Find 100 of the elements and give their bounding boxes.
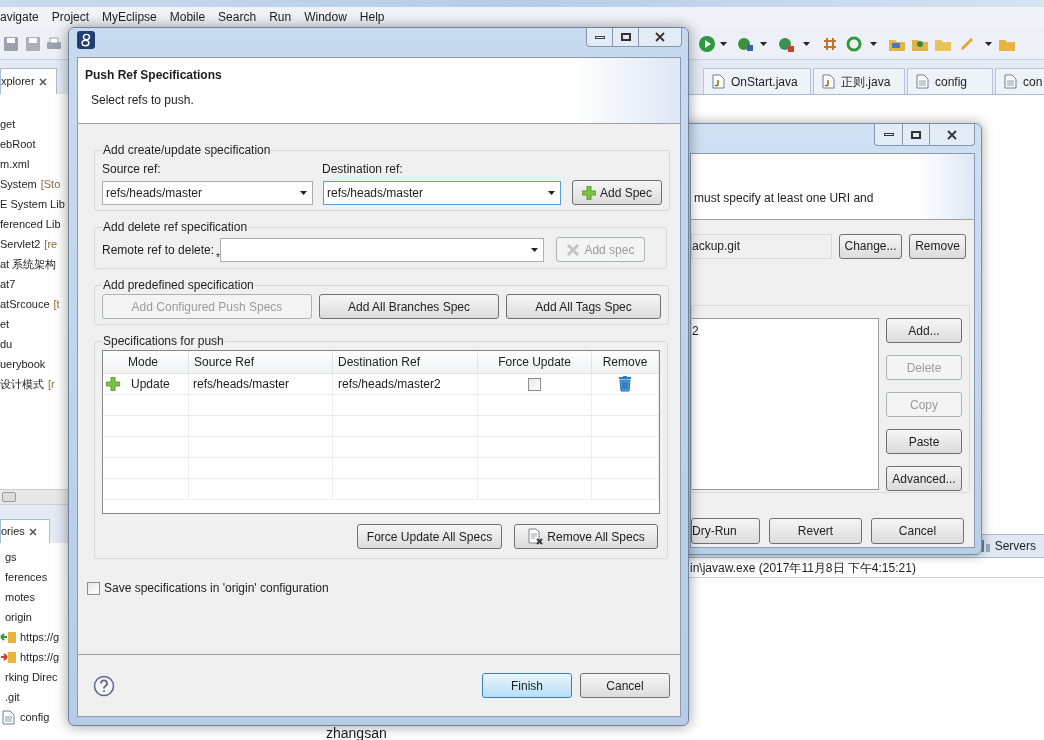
group-label: Add predefined specification bbox=[102, 277, 255, 293]
scrollbar[interactable] bbox=[0, 489, 68, 505]
menu-item[interactable]: Search bbox=[218, 8, 257, 26]
tree-item[interactable]: gs bbox=[5, 548, 17, 566]
dropdown-icon[interactable] bbox=[803, 42, 810, 46]
view-tab[interactable]: ories bbox=[0, 519, 50, 543]
tree-item[interactable]: m.xml bbox=[0, 155, 30, 173]
tree-item[interactable]: https://g bbox=[20, 628, 60, 646]
editor-tab[interactable]: OnStart.java bbox=[703, 68, 811, 94]
tree-item[interactable]: du bbox=[0, 335, 13, 353]
button[interactable]: Add All Tags Spec bbox=[506, 294, 661, 319]
trash-icon[interactable] bbox=[619, 376, 631, 392]
dialog-title: Push Ref Specifications bbox=[85, 67, 223, 83]
tree-item[interactable]: 设计模式 bbox=[0, 375, 44, 393]
dropdown-field[interactable] bbox=[219, 237, 544, 262]
document-remove-icon bbox=[527, 528, 544, 545]
group-label: Add create/update specification bbox=[102, 142, 272, 158]
menu-item[interactable]: Mobile bbox=[169, 8, 206, 26]
tree-item[interactable]: et bbox=[0, 315, 10, 333]
button[interactable]: Revert bbox=[769, 518, 862, 544]
dropdown-icon bbox=[530, 247, 538, 252]
tree-item[interactable]: ebRoot bbox=[0, 135, 36, 153]
play-icon[interactable] bbox=[698, 35, 716, 53]
dialog-description: Select refs to push. bbox=[90, 92, 195, 108]
checkbox[interactable] bbox=[87, 581, 100, 595]
editor-tab[interactable]: 正则.java bbox=[813, 68, 905, 94]
button[interactable]: Cancel bbox=[580, 673, 670, 698]
menu-item[interactable]: avigate bbox=[0, 8, 39, 26]
uri-field[interactable]: ackup.git bbox=[691, 233, 832, 259]
button[interactable]: Add... bbox=[886, 318, 962, 343]
button[interactable]: Change... bbox=[839, 233, 902, 259]
view-tab[interactable]: xplorer bbox=[0, 68, 57, 94]
button[interactable]: Advanced... bbox=[886, 466, 962, 491]
tree-item[interactable]: E System Lib bbox=[0, 195, 65, 213]
button[interactable]: Finish bbox=[482, 673, 572, 698]
tree-item[interactable]: ferenced Lib bbox=[0, 215, 61, 233]
tree-item[interactable]: Servlet2 bbox=[0, 235, 41, 253]
menu-item[interactable]: MyEclipse bbox=[102, 8, 157, 26]
document-icon bbox=[914, 74, 930, 89]
column-header[interactable]: Source Ref bbox=[189, 351, 333, 373]
menu-item[interactable]: Window bbox=[304, 8, 347, 26]
tree-item[interactable]: origin bbox=[5, 608, 32, 626]
spec-list[interactable]: 2 bbox=[692, 318, 879, 490]
menu-item[interactable]: Project bbox=[51, 8, 90, 26]
editor-tab[interactable]: config bbox=[907, 68, 993, 94]
tree-item[interactable]: motes bbox=[5, 588, 35, 606]
column-header[interactable]: Remove bbox=[592, 351, 659, 373]
button[interactable]: Remove bbox=[909, 233, 966, 259]
button[interactable]: Paste bbox=[886, 429, 962, 454]
tree-item[interactable]: atSrcouce bbox=[0, 295, 50, 313]
grid-icon[interactable] bbox=[821, 35, 839, 53]
tree-item[interactable]: System bbox=[0, 175, 37, 193]
checkbox[interactable] bbox=[528, 377, 541, 391]
close-icon[interactable] bbox=[655, 32, 665, 42]
tree-item[interactable]: ferences bbox=[5, 568, 48, 586]
dropdown-icon bbox=[548, 190, 555, 195]
close-icon[interactable] bbox=[947, 129, 957, 140]
push-icon bbox=[0, 649, 17, 665]
table-cell-text: refs/heads/master bbox=[193, 376, 290, 393]
tree-item[interactable]: config bbox=[20, 708, 50, 726]
menu-item[interactable]: Help bbox=[359, 8, 385, 26]
table-cell-text: Update bbox=[131, 376, 170, 393]
dropdown-field[interactable]: refs/heads/master bbox=[102, 180, 313, 205]
tab-label: xplorer bbox=[1, 74, 35, 90]
dialog-message: must specify at least one URI and bbox=[693, 190, 874, 207]
tree-item[interactable]: get bbox=[0, 115, 16, 133]
table-cell-text: refs/heads/master2 bbox=[338, 376, 441, 393]
group-label: Add delete ref specification bbox=[102, 219, 249, 235]
button[interactable]: Force Update All Specs bbox=[357, 524, 502, 549]
required-marker: * bbox=[216, 254, 220, 262]
dropdown-icon[interactable] bbox=[760, 42, 767, 46]
tree-decoration: [r bbox=[48, 376, 55, 392]
list-item[interactable]: 2 bbox=[692, 322, 878, 340]
dropdown-icon bbox=[300, 190, 307, 195]
button[interactable]: Add All Branches Spec bbox=[319, 294, 499, 319]
help-icon[interactable] bbox=[93, 674, 115, 697]
tree-item[interactable]: at7 bbox=[0, 275, 16, 293]
tree-item[interactable]: rking Direc bbox=[5, 668, 58, 686]
column-header[interactable]: Force Update bbox=[478, 351, 592, 373]
dropdown-field[interactable]: refs/heads/master bbox=[323, 180, 561, 205]
tree-item[interactable]: at 系统架构 bbox=[0, 255, 57, 273]
button[interactable]: Cancel bbox=[871, 518, 964, 544]
field-label: Remote ref to delete: bbox=[102, 241, 215, 259]
tree-item[interactable]: uerybook bbox=[0, 355, 46, 373]
close-icon[interactable] bbox=[28, 527, 37, 536]
button[interactable]: Add Spec bbox=[572, 180, 662, 205]
tree-item[interactable]: https://g bbox=[20, 648, 60, 666]
editor-tab[interactable]: con bbox=[995, 68, 1044, 94]
dropdown-icon[interactable] bbox=[870, 42, 877, 46]
column-header[interactable]: Destination Ref bbox=[333, 351, 478, 373]
button[interactable]: Dry-Run bbox=[691, 518, 760, 544]
close-icon[interactable] bbox=[38, 77, 47, 86]
column-header[interactable]: Mode bbox=[103, 351, 189, 373]
menu-item[interactable]: Run bbox=[269, 8, 292, 26]
fetch-icon bbox=[0, 629, 17, 645]
dropdown-icon[interactable] bbox=[985, 42, 992, 46]
tree-item[interactable]: .git bbox=[5, 688, 20, 706]
dropdown-icon[interactable] bbox=[720, 42, 727, 46]
button[interactable]: Remove All Specs bbox=[514, 524, 658, 549]
field-label: Source ref: bbox=[102, 161, 162, 178]
